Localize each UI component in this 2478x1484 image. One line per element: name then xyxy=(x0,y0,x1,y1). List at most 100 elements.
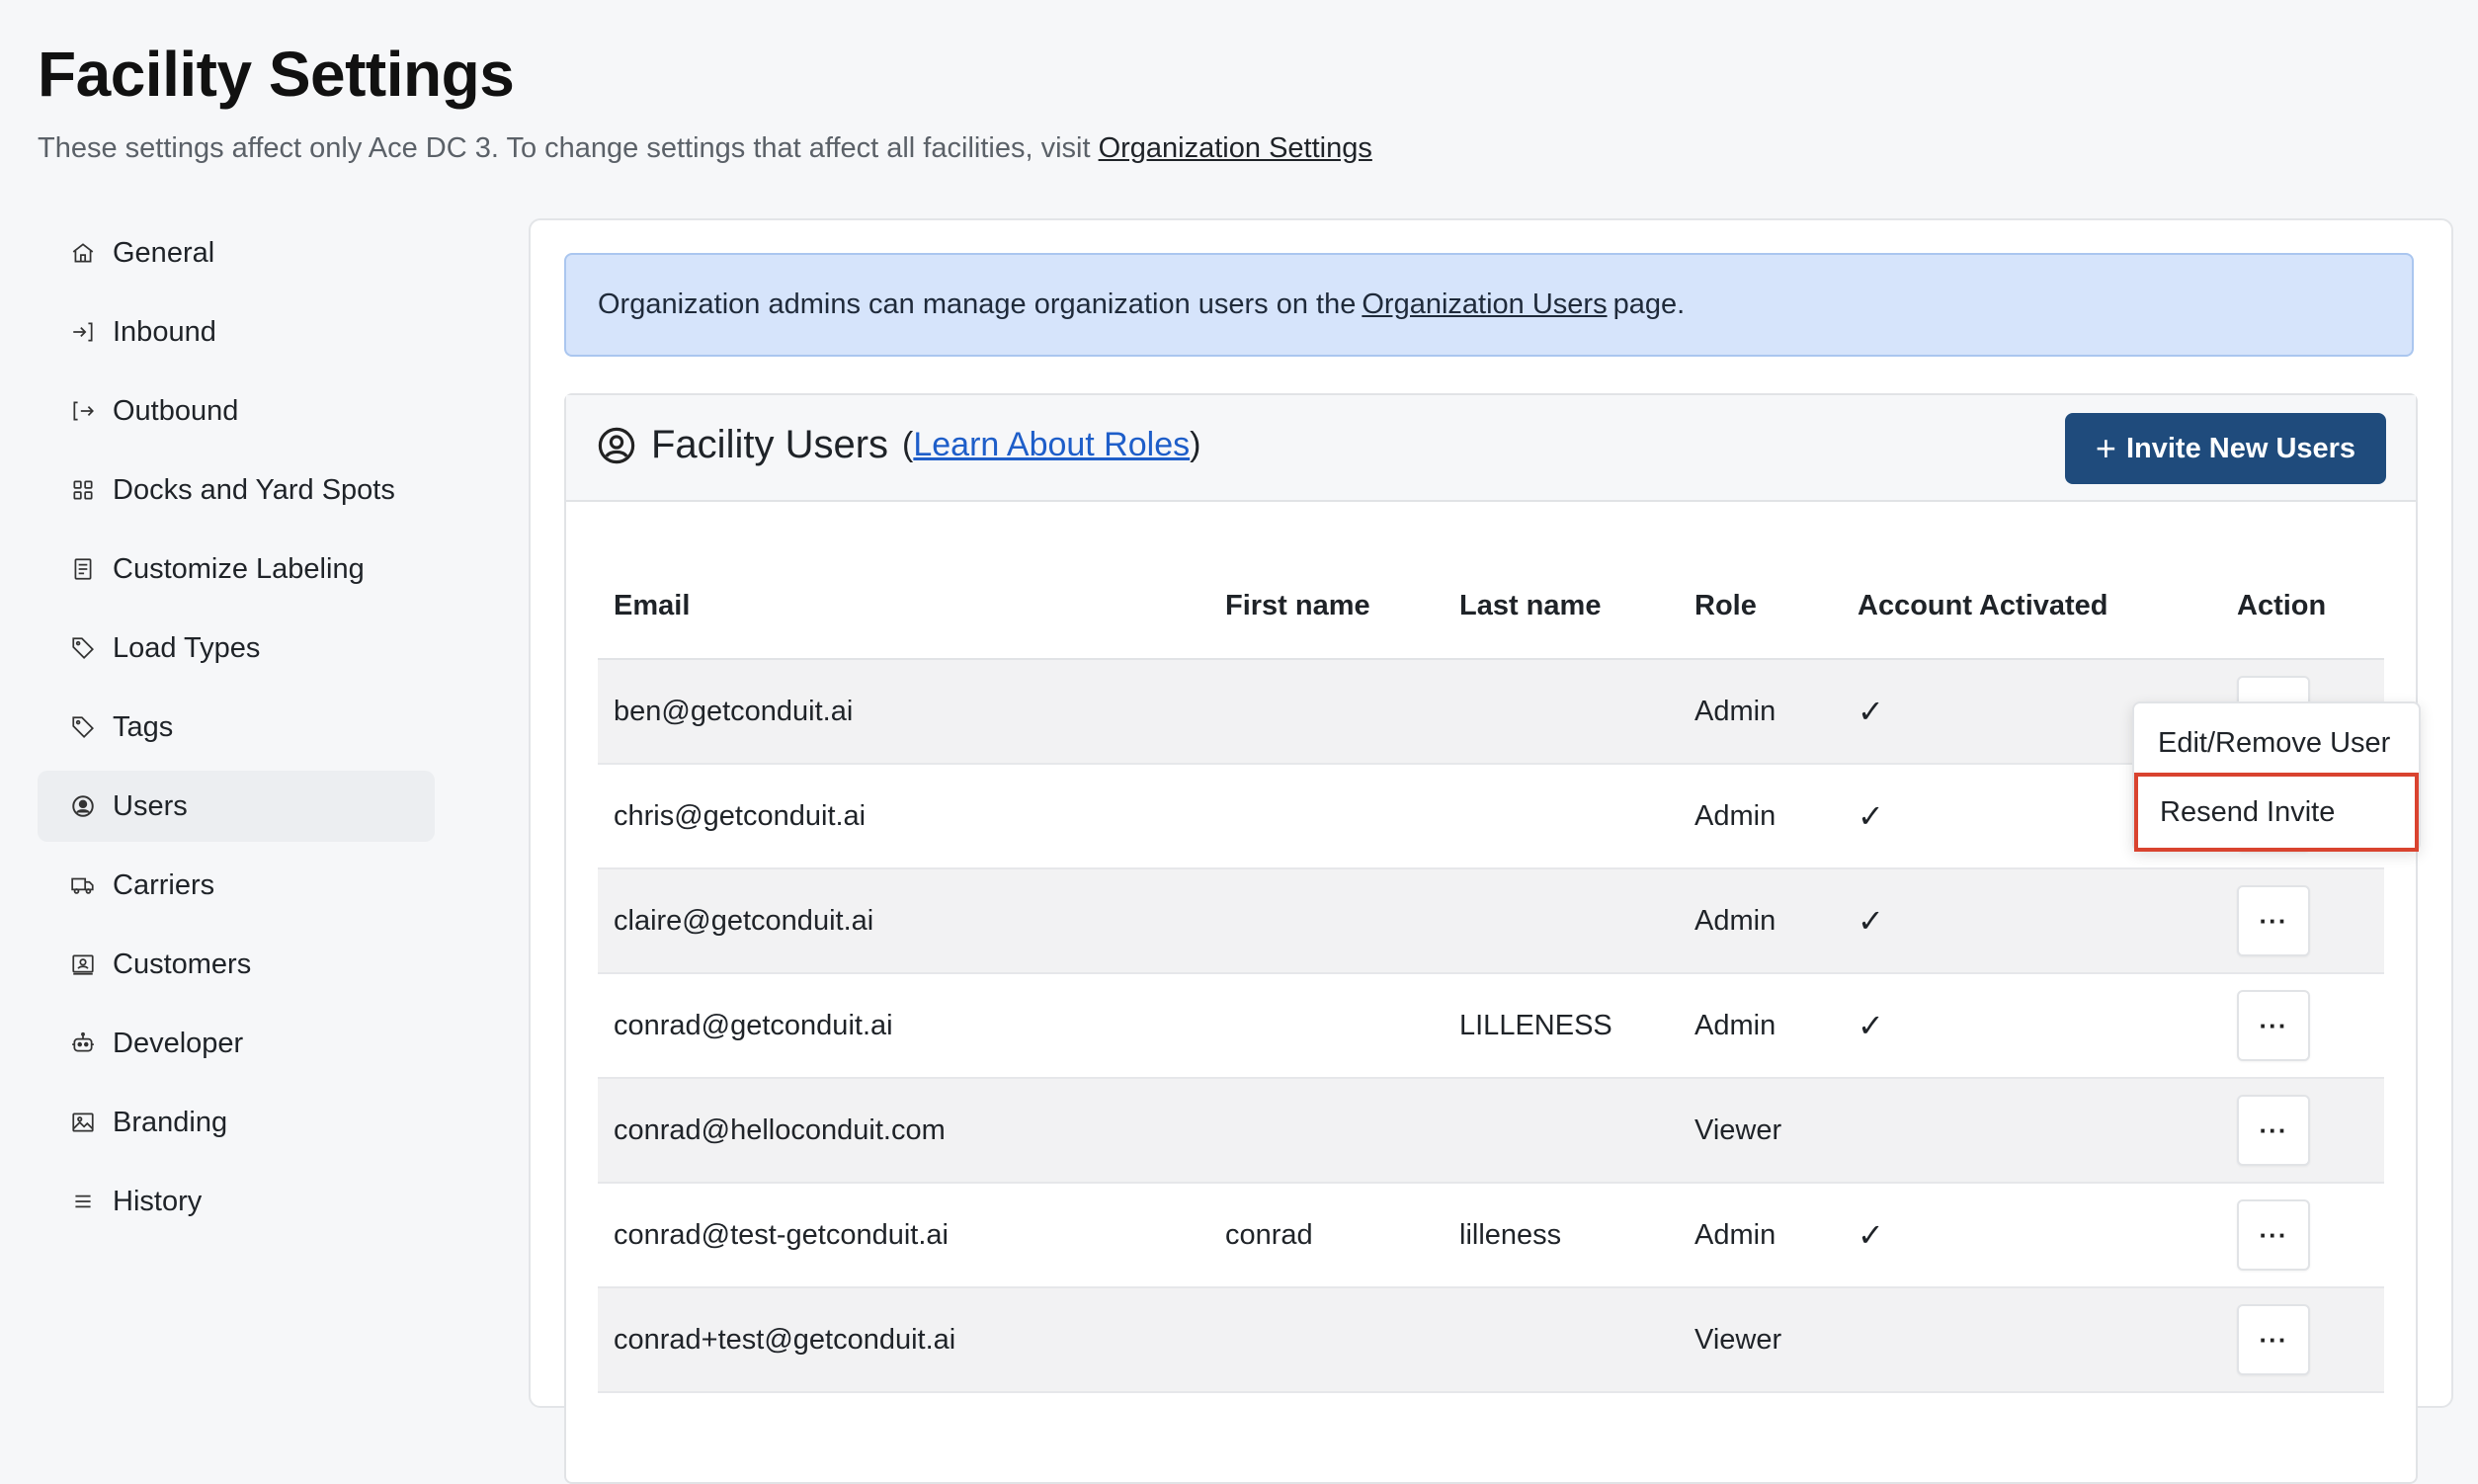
row-actions-button[interactable]: ··· xyxy=(2237,1304,2310,1375)
cell-first-name xyxy=(1209,868,1444,974)
cell-email: conrad@test-getconduit.ai xyxy=(598,1183,1209,1288)
sidebar-item-inbound[interactable]: Inbound xyxy=(38,296,435,368)
resend-invite-menu-item[interactable]: Resend Invite xyxy=(2134,773,2419,852)
sidebar-item-carriers[interactable]: Carriers xyxy=(38,850,435,921)
sidebar-item-label: Users xyxy=(113,789,188,822)
sidebar-item-customers[interactable]: Customers xyxy=(38,929,435,1000)
cell-first-name: conrad xyxy=(1209,1183,1444,1288)
sidebar-item-tags[interactable]: Tags xyxy=(38,692,435,763)
grid-icon xyxy=(69,476,97,504)
facility-users-panel: Facility Users (Learn About Roles) + Inv… xyxy=(564,393,2418,1484)
user-circle-icon xyxy=(69,792,97,820)
users-panel-header: Facility Users (Learn About Roles) + Inv… xyxy=(566,395,2416,502)
column-header-role[interactable]: Role xyxy=(1679,553,1842,660)
list-icon xyxy=(69,1188,97,1215)
table-header-row: Email First name Last name Role Account … xyxy=(598,553,2384,660)
sidebar-item-label: Developer xyxy=(113,1027,244,1059)
column-header-account-activated[interactable]: Account Activated xyxy=(1842,553,2221,660)
row-actions-button[interactable]: ··· xyxy=(2237,1095,2310,1166)
robot-icon xyxy=(69,1030,97,1057)
cell-action: ··· xyxy=(2221,973,2384,1079)
organization-settings-link[interactable]: Organization Settings xyxy=(1099,132,1372,164)
row-action-menu: Edit/Remove User Resend Invite xyxy=(2132,701,2421,852)
sidebar-item-label: Load Types xyxy=(113,631,261,664)
learn-about-roles-link[interactable]: Learn About Roles xyxy=(913,426,1190,463)
contact-icon xyxy=(69,950,97,978)
banner-suffix: page. xyxy=(1612,289,1686,320)
cell-email: claire@getconduit.ai xyxy=(598,868,1209,974)
cell-email: ben@getconduit.ai xyxy=(598,659,1209,765)
check-icon: ✓ xyxy=(1842,1183,2221,1288)
invite-new-users-button[interactable]: + Invite New Users xyxy=(2065,413,2386,484)
table-row: conrad@helloconduit.com Viewer ··· xyxy=(598,1078,2384,1184)
sidebar-item-users[interactable]: Users xyxy=(38,771,435,842)
outbound-icon xyxy=(69,397,97,425)
sidebar-item-history[interactable]: History xyxy=(38,1166,435,1237)
users-panel-title: Facility Users (Learn About Roles) xyxy=(596,423,1200,467)
cell-first-name xyxy=(1209,973,1444,1079)
info-banner: Organization admins can manage organizat… xyxy=(564,253,2414,357)
organization-users-link[interactable]: Organization Users xyxy=(1362,289,1607,321)
sidebar-item-branding[interactable]: Branding xyxy=(38,1087,435,1158)
edit-remove-user-menu-item[interactable]: Edit/Remove User xyxy=(2134,711,2419,775)
check-icon xyxy=(1842,1078,2221,1184)
table-row: conrad+test@getconduit.ai Viewer ··· xyxy=(598,1287,2384,1393)
cell-action: ··· xyxy=(2221,868,2384,974)
plus-icon: + xyxy=(2095,428,2116,468)
cell-role: Admin xyxy=(1679,1183,1842,1288)
column-header-first-name[interactable]: First name xyxy=(1209,553,1444,660)
cell-first-name xyxy=(1209,1287,1444,1393)
column-header-email[interactable]: Email xyxy=(598,553,1209,660)
column-header-action: Action xyxy=(2221,553,2384,660)
sidebar-item-label: Docks and Yard Spots xyxy=(113,473,395,506)
sidebar-item-label: Outbound xyxy=(113,394,239,427)
table-row: ben@getconduit.ai Admin ✓ ··· xyxy=(598,659,2384,765)
cell-role: Admin xyxy=(1679,764,1842,869)
sidebar-item-customize-labeling[interactable]: Customize Labeling xyxy=(38,534,435,605)
cell-last-name xyxy=(1444,1287,1679,1393)
table-row: chris@getconduit.ai Admin ✓ ··· xyxy=(598,764,2384,869)
cell-last-name xyxy=(1444,764,1679,869)
sidebar-item-outbound[interactable]: Outbound xyxy=(38,375,435,447)
table-row: claire@getconduit.ai Admin ✓ ··· xyxy=(598,868,2384,974)
sidebar-item-label: General xyxy=(113,236,215,269)
sidebar-item-load-types[interactable]: Load Types xyxy=(38,613,435,684)
cell-role: Viewer xyxy=(1679,1287,1842,1393)
check-icon: ✓ xyxy=(1842,868,2221,974)
sidebar-item-label: History xyxy=(113,1185,203,1217)
facility-users-heading: Facility Users xyxy=(651,423,889,466)
row-actions-button[interactable]: ··· xyxy=(2237,1199,2310,1271)
page-subtitle: These settings affect only Ace DC 3. To … xyxy=(38,132,1372,165)
cell-role: Admin xyxy=(1679,973,1842,1079)
cell-first-name xyxy=(1209,764,1444,869)
table-row: conrad@getconduit.ai LILLENESS Admin ✓ ·… xyxy=(598,973,2384,1079)
tag-icon xyxy=(69,634,97,662)
row-actions-button[interactable]: ··· xyxy=(2237,885,2310,956)
row-actions-button[interactable]: ··· xyxy=(2237,990,2310,1061)
sidebar: General Inbound Outbound Docks and Yard … xyxy=(38,217,435,1245)
label-icon xyxy=(69,555,97,583)
sidebar-item-developer[interactable]: Developer xyxy=(38,1008,435,1079)
cell-last-name: LILLENESS xyxy=(1444,973,1679,1079)
sidebar-item-general[interactable]: General xyxy=(38,217,435,289)
cell-role: Admin xyxy=(1679,659,1842,765)
page-title: Facility Settings xyxy=(38,39,515,110)
cell-first-name xyxy=(1209,1078,1444,1184)
roles-link-wrapper: (Learn About Roles) xyxy=(902,426,1201,463)
cell-action: ··· xyxy=(2221,1183,2384,1288)
column-header-last-name[interactable]: Last name xyxy=(1444,553,1679,660)
users-table: Email First name Last name Role Account … xyxy=(598,553,2384,1393)
cell-action: ··· xyxy=(2221,1078,2384,1184)
cell-last-name xyxy=(1444,1078,1679,1184)
sidebar-item-label: Inbound xyxy=(113,315,216,348)
cell-email: chris@getconduit.ai xyxy=(598,764,1209,869)
tag-icon xyxy=(69,713,97,741)
home-icon xyxy=(69,239,97,267)
invite-button-label: Invite New Users xyxy=(2125,432,2356,464)
cell-last-name xyxy=(1444,659,1679,765)
cell-last-name: lilleness xyxy=(1444,1183,1679,1288)
cell-email: conrad+test@getconduit.ai xyxy=(598,1287,1209,1393)
cell-first-name xyxy=(1209,659,1444,765)
sidebar-item-docks[interactable]: Docks and Yard Spots xyxy=(38,454,435,526)
image-icon xyxy=(69,1109,97,1136)
